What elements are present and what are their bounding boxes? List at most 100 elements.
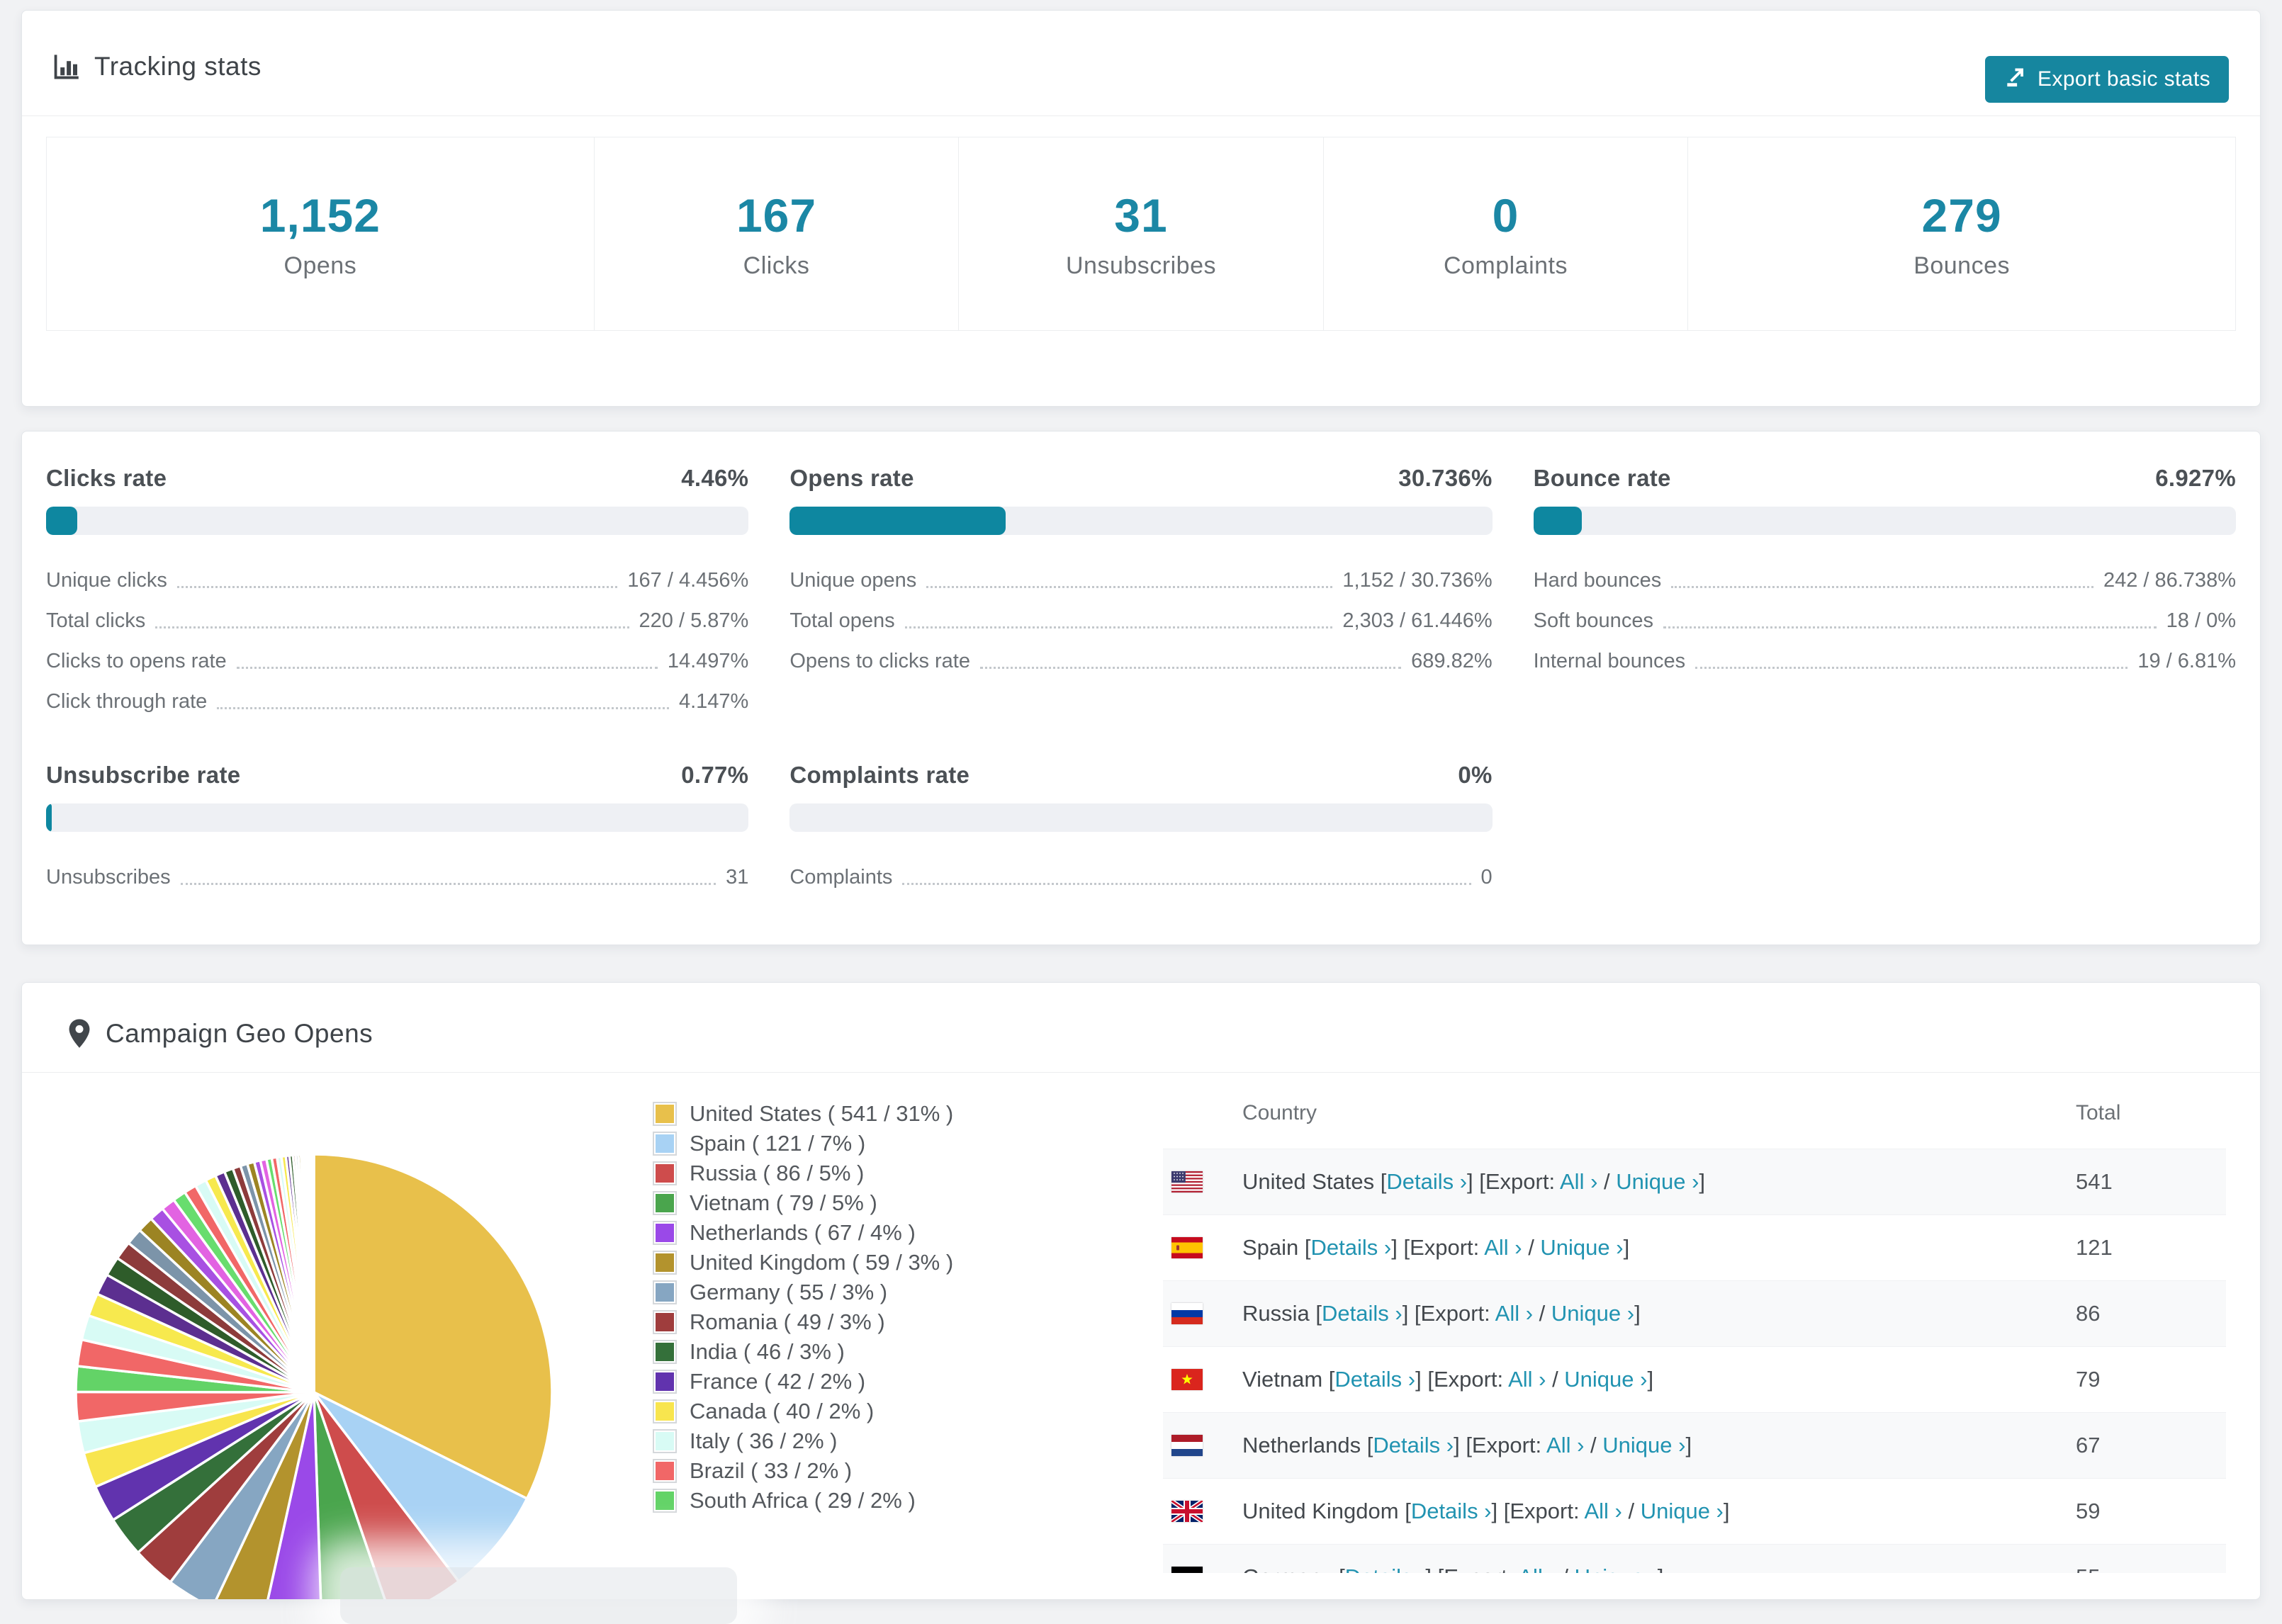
rate-row-value: 31 <box>726 866 749 889</box>
country-name: Netherlands <box>1242 1433 1361 1457</box>
geo-table-row-ru: Russia [Details ›] [Export: All › / Uniq… <box>1163 1280 2226 1346</box>
stat-label: Unsubscribes <box>1066 252 1216 279</box>
country-total: 86 <box>2076 1301 2101 1326</box>
details-link[interactable]: Details › <box>1334 1367 1415 1392</box>
export-unique-link[interactable]: Unique › <box>1551 1301 1634 1326</box>
stat-opens: 1,152 Opens <box>47 137 594 330</box>
details-link[interactable]: Details › <box>1311 1235 1392 1260</box>
geo-table-row-nl: Netherlands [Details ›] [Export: All › /… <box>1163 1412 2226 1478</box>
export-icon <box>2003 64 2028 94</box>
legend-label: Spain ( 121 / 7% ) <box>690 1131 866 1156</box>
legend-label: Netherlands ( 67 / 4% ) <box>690 1220 916 1245</box>
rate-progress-fill <box>46 507 78 535</box>
flag-gb-icon <box>1171 1501 1203 1522</box>
details-link[interactable]: Details › <box>1345 1564 1426 1573</box>
map-pin-icon <box>67 1018 91 1049</box>
rate-row-label: Soft bounces <box>1533 609 1653 632</box>
dotted-leader <box>155 626 629 628</box>
export-all-link[interactable]: All › <box>1546 1433 1584 1457</box>
stat-value: 31 <box>1114 188 1168 242</box>
export-unique-link[interactable]: Unique › <box>1641 1499 1724 1523</box>
rate-block-bounce-rate: Bounce rate 6.927% Hard bounces 242 / 86… <box>1533 463 2236 722</box>
rate-value: 6.927% <box>2155 465 2236 491</box>
flag-nl-icon <box>1171 1435 1203 1456</box>
legend-label: Russia ( 86 / 5% ) <box>690 1161 865 1185</box>
export-unique-link[interactable]: Unique › <box>1564 1367 1647 1392</box>
rate-row-value: 1,152 / 30.736% <box>1342 569 1493 592</box>
legend-label: India ( 46 / 3% ) <box>690 1339 845 1364</box>
country-name: Russia <box>1242 1301 1310 1326</box>
legend-swatch <box>653 1340 677 1364</box>
pie-slice-other[interactable] <box>312 1153 315 1393</box>
rate-progress-track <box>46 803 749 832</box>
export-unique-link[interactable]: Unique › <box>1575 1564 1658 1573</box>
dotted-leader <box>904 626 1333 628</box>
flag-vn-icon <box>1171 1369 1203 1390</box>
flag-ru-icon <box>1171 1303 1203 1324</box>
legend-swatch <box>653 1280 677 1304</box>
export-unique-link[interactable]: Unique › <box>1540 1235 1623 1260</box>
dotted-leader <box>176 586 618 588</box>
rate-row: Total opens 2,303 / 61.446% <box>789 601 1492 641</box>
export-all-link[interactable]: All › <box>1518 1564 1556 1573</box>
rate-row-value: 242 / 86.738% <box>2103 569 2236 592</box>
stats-row: 1,152 Opens 167 Clicks 31 Unsubscribes 0 Co… <box>46 137 2236 331</box>
rate-progress-track <box>1533 507 2236 535</box>
details-link[interactable]: Details › <box>1373 1433 1454 1457</box>
rate-row-value: 2,303 / 61.446% <box>1342 609 1493 632</box>
geo-table-row-de: Germany [Details ›] [Export: All › / Uni… <box>1163 1544 2226 1573</box>
rate-row-label: Clicks to opens rate <box>46 650 227 672</box>
export-all-link[interactable]: All › <box>1484 1235 1522 1260</box>
country-name: Germany <box>1242 1564 1332 1573</box>
export-unique-link[interactable]: Unique › <box>1616 1169 1699 1194</box>
country-total: 59 <box>2076 1499 2101 1523</box>
legend-label: United States ( 541 / 31% ) <box>690 1101 954 1126</box>
legend-label: Germany ( 55 / 3% ) <box>690 1280 888 1304</box>
geo-pie-chart[interactable] <box>73 1151 555 1599</box>
rate-title: Unsubscribe rate <box>46 762 241 788</box>
dotted-leader <box>926 586 1333 588</box>
export-all-link[interactable]: All › <box>1508 1367 1546 1392</box>
rate-value: 30.736% <box>1398 465 1493 491</box>
export-unique-link[interactable]: Unique › <box>1602 1433 1685 1457</box>
legend-swatch <box>653 1102 677 1126</box>
rate-row: Internal bounces 19 / 6.81% <box>1534 641 2236 682</box>
dotted-leader <box>1671 586 2093 588</box>
export-all-link[interactable]: All › <box>1560 1169 1597 1194</box>
rate-title: Bounce rate <box>1533 465 1671 491</box>
geo-table-header: Country Total <box>1163 1078 2226 1149</box>
rate-row: Hard bounces 242 / 86.738% <box>1534 560 2236 601</box>
rate-row-value: 0 <box>1480 866 1493 889</box>
rate-row: Unique opens 1,152 / 30.736% <box>789 560 1492 601</box>
legend-item-vietnam: Vietnam ( 79 / 5% ) <box>653 1188 953 1218</box>
legend-label: Canada ( 40 / 2% ) <box>690 1399 875 1423</box>
rates-row-2: Unsubscribe rate 0.77% Unsubscribes 31 C… <box>22 760 2260 898</box>
legend-item-canada: Canada ( 40 / 2% ) <box>653 1397 953 1426</box>
rate-row-value: 19 / 6.81% <box>2137 650 2236 672</box>
legend-label: Brazil ( 33 / 2% ) <box>690 1458 853 1483</box>
legend-item-spain: Spain ( 121 / 7% ) <box>653 1129 953 1158</box>
legend-swatch <box>653 1191 677 1215</box>
rate-value: 4.46% <box>681 465 749 491</box>
legend-swatch <box>653 1132 677 1156</box>
stat-label: Complaints <box>1443 252 1568 279</box>
rate-row-value: 14.497% <box>667 650 749 672</box>
details-link[interactable]: Details › <box>1322 1301 1403 1326</box>
details-link[interactable]: Details › <box>1411 1499 1492 1523</box>
legend-swatch <box>653 1399 677 1423</box>
dotted-leader <box>902 883 1471 885</box>
rate-row: Complaints 0 <box>789 857 1492 898</box>
rate-row: Unique clicks 167 / 4.456% <box>46 560 748 601</box>
legend-label: Vietnam ( 79 / 5% ) <box>690 1190 877 1215</box>
export-basic-stats-button[interactable]: Export basic stats <box>1985 56 2229 103</box>
geo-title: Campaign Geo Opens <box>106 1019 373 1048</box>
legend-item-romania: Romania ( 49 / 3% ) <box>653 1307 953 1337</box>
country-total: 67 <box>2076 1433 2101 1457</box>
rate-block-complaints-rate: Complaints rate 0% Complaints 0 <box>789 760 1493 898</box>
rate-title: Clicks rate <box>46 465 167 491</box>
export-all-link[interactable]: All › <box>1495 1301 1533 1326</box>
export-all-link[interactable]: All › <box>1584 1499 1621 1523</box>
details-link[interactable]: Details › <box>1386 1169 1467 1194</box>
legend-label: South Africa ( 29 / 2% ) <box>690 1488 916 1513</box>
legend-item-india: India ( 46 / 3% ) <box>653 1337 953 1367</box>
